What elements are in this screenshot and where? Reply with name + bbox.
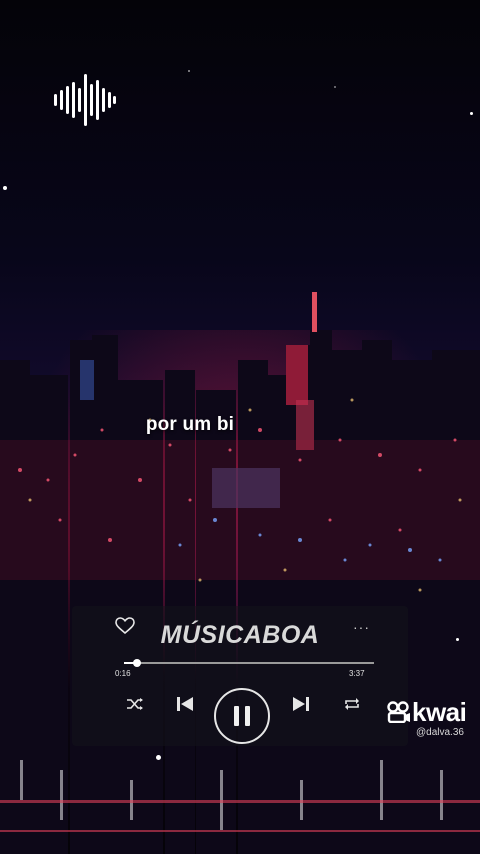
shuffle-icon[interactable] (126, 697, 144, 711)
progress-bar[interactable] (124, 659, 374, 667)
time-total: 3:37 (349, 669, 365, 678)
next-icon[interactable] (292, 696, 310, 712)
star (456, 638, 459, 641)
star (470, 112, 473, 115)
pause-button[interactable] (214, 688, 270, 744)
soundwave-icon (54, 74, 116, 126)
star (156, 755, 161, 760)
previous-icon[interactable] (176, 696, 194, 712)
star (188, 70, 190, 72)
more-options-icon[interactable]: ··· (353, 619, 370, 635)
music-player-card: MÚSICABOA ··· 0:16 3:37 (72, 606, 408, 746)
time-current: 0:16 (115, 669, 131, 678)
lyric-caption: por um bi (145, 414, 235, 435)
progress-thumb[interactable] (132, 659, 141, 667)
star (334, 86, 336, 88)
kwai-brand: kwai (412, 697, 467, 727)
pause-icon (234, 706, 250, 726)
kwai-logo-icon (387, 701, 410, 723)
kwai-watermark: kwai (387, 697, 477, 727)
star (3, 186, 7, 190)
repeat-icon[interactable] (343, 697, 361, 711)
creator-handle: @dalva.36 (416, 727, 464, 738)
